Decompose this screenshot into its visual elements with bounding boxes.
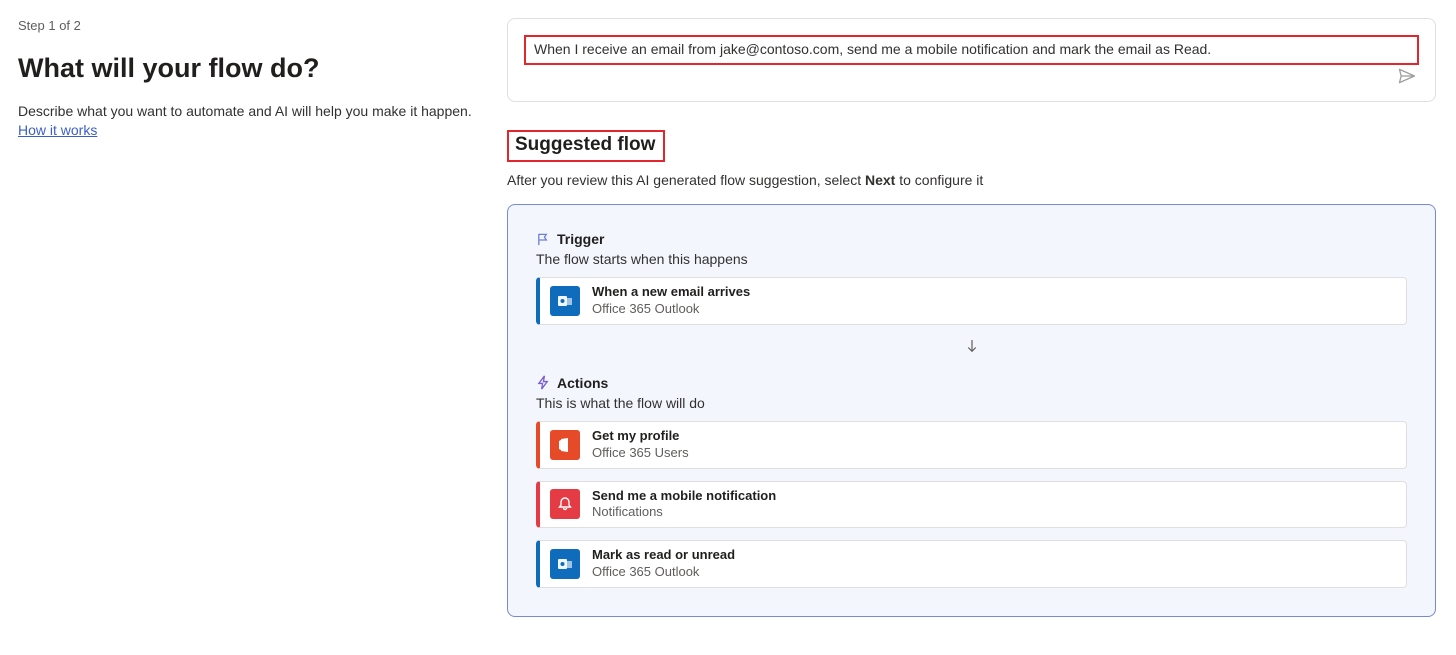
lightning-icon [536, 375, 551, 390]
action-card[interactable]: Get my profile Office 365 Users [536, 421, 1407, 469]
action-card[interactable]: Mark as read or unread Office 365 Outloo… [536, 540, 1407, 588]
action-connector: Notifications [592, 504, 776, 521]
page-title: What will your flow do? [18, 53, 475, 84]
office-icon [550, 430, 580, 460]
trigger-sublabel: The flow starts when this happens [536, 251, 1407, 267]
step-indicator: Step 1 of 2 [18, 18, 475, 33]
actions-section-header: Actions [536, 375, 1407, 391]
actions-label: Actions [557, 375, 608, 391]
action-connector: Office 365 Users [592, 445, 689, 462]
trigger-section-header: Trigger [536, 231, 1407, 247]
action-connector: Office 365 Outlook [592, 564, 735, 581]
suggested-sub-suffix: to configure it [895, 172, 983, 188]
outlook-icon [550, 549, 580, 579]
action-card[interactable]: Send me a mobile notification Notificati… [536, 481, 1407, 529]
actions-sublabel: This is what the flow will do [536, 395, 1407, 411]
prompt-input[interactable]: When I receive an email from jake@contos… [534, 41, 1211, 57]
flag-icon [536, 232, 551, 247]
right-panel: When I receive an email from jake@contos… [495, 0, 1456, 655]
suggested-heading: Suggested flow [515, 134, 655, 155]
outlook-icon [550, 286, 580, 316]
trigger-title: When a new email arrives [592, 284, 750, 301]
page-description: Describe what you want to automate and A… [18, 102, 475, 122]
suggested-subtext: After you review this AI generated flow … [507, 172, 1436, 188]
flow-card: Trigger The flow starts when this happen… [507, 204, 1436, 617]
how-it-works-link[interactable]: How it works [18, 122, 97, 138]
send-button[interactable] [1393, 63, 1421, 91]
arrow-down-icon [536, 337, 1407, 355]
send-icon [1397, 66, 1417, 89]
trigger-label: Trigger [557, 231, 604, 247]
action-title: Mark as read or unread [592, 547, 735, 564]
suggested-sub-bold: Next [865, 172, 895, 188]
trigger-card[interactable]: When a new email arrives Office 365 Outl… [536, 277, 1407, 325]
prompt-highlight: When I receive an email from jake@contos… [524, 35, 1419, 65]
bell-icon [550, 489, 580, 519]
trigger-connector: Office 365 Outlook [592, 301, 750, 318]
action-title: Send me a mobile notification [592, 488, 776, 505]
suggested-sub-prefix: After you review this AI generated flow … [507, 172, 865, 188]
action-title: Get my profile [592, 428, 689, 445]
prompt-box[interactable]: When I receive an email from jake@contos… [507, 18, 1436, 102]
suggested-heading-highlight: Suggested flow [507, 130, 665, 162]
left-panel: Step 1 of 2 What will your flow do? Desc… [0, 0, 495, 655]
